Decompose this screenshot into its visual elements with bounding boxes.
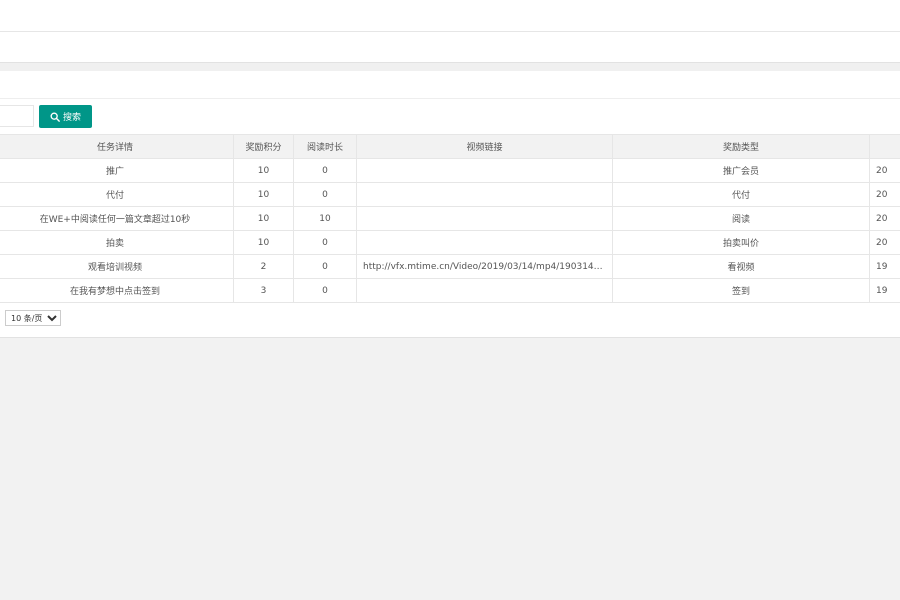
cell-points: 10: [233, 206, 294, 231]
cell-video-link: [356, 182, 613, 207]
table-row[interactable]: 代付 10 0 代付 20: [0, 182, 900, 207]
table-row[interactable]: 在WE+中阅读任何一篇文章超过10秒 10 10 阅读 20: [0, 206, 900, 231]
search-button[interactable]: 搜索: [39, 105, 92, 128]
table-row[interactable]: 拍卖 10 0 拍卖叫价 20: [0, 230, 900, 255]
column-header-duration[interactable]: 阅读时长: [293, 134, 357, 159]
column-header-extra[interactable]: [869, 134, 900, 159]
cell-points: 2: [233, 254, 294, 279]
task-table: 任务详情 奖励积分 阅读时长 视频链接 奖励类型 推广 10 0 推广会员 20…: [0, 134, 900, 303]
cell-task-detail: 在WE+中阅读任何一篇文章超过10秒: [0, 206, 234, 231]
cell-points: 3: [233, 278, 294, 303]
content-card: 搜索 任务详情 奖励积分 阅读时长 视频链接 奖励类型 推广 10 0 推广会员…: [0, 71, 900, 338]
table-row[interactable]: 观看培训视频 2 0 http://vfx.mtime.cn/Video/201…: [0, 254, 900, 279]
pagination: 10 条/页: [5, 310, 61, 326]
cell-duration: 0: [293, 158, 357, 183]
cell-points: 10: [233, 230, 294, 255]
cell-duration: 10: [293, 206, 357, 231]
cell-video-link[interactable]: http://vfx.mtime.cn/Video/2019/03/14/mp4…: [356, 254, 613, 279]
page-size-select[interactable]: 10 条/页: [5, 310, 61, 326]
cell-task-detail: 在我有梦想中点击签到: [0, 278, 234, 303]
cell-extra: 19: [869, 254, 900, 279]
cell-video-link: [356, 158, 613, 183]
section-gap: [0, 63, 900, 71]
cell-duration: 0: [293, 230, 357, 255]
column-header-task-detail[interactable]: 任务详情: [0, 134, 234, 159]
cell-duration: 0: [293, 182, 357, 207]
cell-video-link: [356, 278, 613, 303]
table-row[interactable]: 推广 10 0 推广会员 20: [0, 158, 900, 183]
cell-duration: 0: [293, 254, 357, 279]
cell-duration: 0: [293, 278, 357, 303]
cell-reward-type: 签到: [612, 278, 870, 303]
search-input[interactable]: [0, 105, 34, 127]
cell-reward-type: 推广会员: [612, 158, 870, 183]
card-header: [0, 71, 900, 99]
tab-bar: [0, 32, 900, 63]
cell-task-detail: 观看培训视频: [0, 254, 234, 279]
cell-extra: 20: [869, 230, 900, 255]
search-icon: [50, 112, 60, 122]
column-header-video-link[interactable]: 视频链接: [356, 134, 613, 159]
column-header-reward-type[interactable]: 奖励类型: [612, 134, 870, 159]
top-header-bar: [0, 0, 900, 32]
cell-extra: 19: [869, 278, 900, 303]
table-header-row: 任务详情 奖励积分 阅读时长 视频链接 奖励类型: [0, 134, 900, 159]
cell-points: 10: [233, 158, 294, 183]
table-row[interactable]: 在我有梦想中点击签到 3 0 签到 19: [0, 278, 900, 303]
cell-reward-type: 代付: [612, 182, 870, 207]
cell-points: 10: [233, 182, 294, 207]
cell-extra: 20: [869, 158, 900, 183]
cell-task-detail: 拍卖: [0, 230, 234, 255]
cell-extra: 20: [869, 182, 900, 207]
cell-video-link: [356, 230, 613, 255]
cell-video-link: [356, 206, 613, 231]
cell-task-detail: 推广: [0, 158, 234, 183]
cell-task-detail: 代付: [0, 182, 234, 207]
cell-reward-type: 看视频: [612, 254, 870, 279]
column-header-points[interactable]: 奖励积分: [233, 134, 294, 159]
cell-extra: 20: [869, 206, 900, 231]
cell-reward-type: 拍卖叫价: [612, 230, 870, 255]
search-button-label: 搜索: [62, 113, 81, 123]
cell-reward-type: 阅读: [612, 206, 870, 231]
